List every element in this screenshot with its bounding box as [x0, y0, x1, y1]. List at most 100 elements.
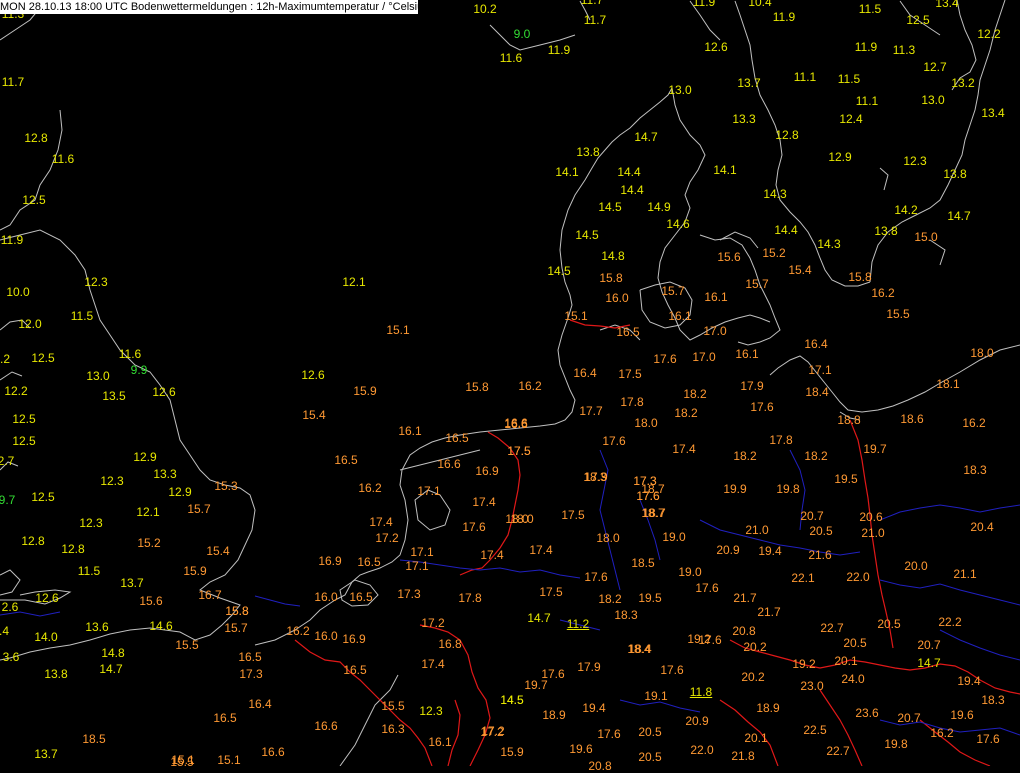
temperature-label: 18.8	[837, 413, 861, 427]
temperature-label: 17.5	[618, 367, 642, 381]
temperature-label: 16.5	[357, 555, 381, 569]
temperature-label: 19.9	[723, 482, 747, 496]
temperature-label: 11.7	[580, 0, 604, 7]
temperature-label: 13.0	[668, 83, 692, 97]
temperature-label: 17.4	[421, 657, 445, 671]
temperature-label: 22.1	[791, 571, 815, 585]
temperature-label: 20.7	[897, 711, 921, 725]
temperature-label: 16.2	[358, 481, 382, 495]
temperature-label: 19.5	[834, 472, 858, 486]
temperature-label: 18.0	[634, 416, 658, 430]
temperature-label: 12.3	[903, 154, 927, 168]
temperature-label: 13.2	[951, 76, 975, 90]
temperature-label: 12.3	[79, 516, 103, 530]
temperature-label: 13.0	[86, 369, 110, 383]
temperature-label: 13.7	[737, 76, 761, 90]
temperature-label: 15.1	[564, 309, 588, 323]
temperature-label: 2.7	[0, 454, 15, 468]
temperature-label: 14.1	[713, 163, 737, 177]
temperature-label: 12.3	[100, 474, 124, 488]
temperature-label: 24.0	[841, 672, 865, 686]
temperature-label: 12.8	[21, 534, 45, 548]
temperature-label: 18.0	[510, 512, 534, 526]
temperature-label: 16.3	[381, 722, 405, 736]
temperature-label: 13.8	[44, 667, 68, 681]
temperature-label: 17.6	[597, 727, 621, 741]
temperature-label: 12.2	[977, 27, 1001, 41]
temperature-label: 20.5	[877, 617, 901, 631]
temperature-label: 15.4	[206, 544, 230, 558]
temperature-label: 16.5	[238, 650, 262, 664]
temperature-label: 3.6	[2, 650, 20, 664]
temperature-label: 17.7	[579, 404, 603, 418]
temperature-label: 21.0	[745, 523, 769, 537]
temperature-label: 15.4	[302, 408, 326, 422]
temperature-label: 17.6	[462, 520, 486, 534]
temperature-label: 17.0	[703, 324, 727, 338]
temperature-label: 15.8	[225, 604, 249, 618]
temperature-label: 16.6	[261, 745, 285, 759]
temperature-label: 9.9	[130, 363, 148, 377]
temperature-label: 19.4	[758, 544, 782, 558]
temperature-label: 12.8	[775, 128, 799, 142]
temperature-label: 23.0	[800, 679, 824, 693]
temperature-label: 14.5	[547, 264, 571, 278]
temperature-label: 14.7	[634, 130, 658, 144]
temperature-label: 19.7	[863, 442, 887, 456]
temperature-label: 18.7	[641, 506, 665, 520]
temperature-label: 11.7	[583, 13, 607, 27]
temperature-label: 13.4	[935, 0, 959, 10]
temperature-label: 12.2	[4, 384, 28, 398]
temperature-label: 17.3	[239, 667, 263, 681]
temperature-label: 20.2	[743, 640, 767, 654]
temperature-label: 18.2	[733, 449, 757, 463]
temperature-label: 19.5	[638, 591, 662, 605]
temperature-label: 14.7	[527, 611, 551, 625]
temperature-label: 16.6	[504, 417, 528, 431]
temperature-label: 16.9	[342, 632, 366, 646]
temperature-label: 11.5	[837, 72, 861, 86]
temperature-label: 15.7	[661, 284, 685, 298]
temperature-label: 16.0	[605, 291, 629, 305]
temperature-label: 20.5	[843, 636, 867, 650]
temperature-label: 11.2	[566, 617, 590, 631]
temperature-label: 16.5	[616, 325, 640, 339]
temperature-label: 13.7	[120, 576, 144, 590]
temperature-label: 11.7	[1, 75, 25, 89]
temperature-label: 17.6	[584, 570, 608, 584]
temperature-label: 15.6	[139, 594, 163, 608]
temperature-label: 15.9	[183, 564, 207, 578]
temperature-label: 17.6	[636, 489, 660, 503]
temperature-label: 11.9	[0, 233, 24, 247]
temperature-label: 14.4	[620, 183, 644, 197]
temperature-label: 18.2	[683, 387, 707, 401]
temperature-label: 15.9	[353, 384, 377, 398]
temperature-label: 18.2	[674, 406, 698, 420]
temperature-label: 16.5	[349, 590, 373, 604]
temperature-label: 17.1	[410, 545, 434, 559]
temperature-label: 15.2	[137, 536, 161, 550]
temperature-label: 9.0	[513, 27, 531, 41]
temperature-label: 13.3	[732, 112, 756, 126]
temperature-label: 20.8	[732, 624, 756, 638]
temperature-label: 18.4	[805, 385, 829, 399]
temperature-label: 16.0	[314, 590, 338, 604]
temperature-label: 22.0	[690, 743, 714, 757]
temperature-label: 19.8	[776, 482, 800, 496]
temperature-label: 20.4	[970, 520, 994, 534]
temperature-label: 21.6	[808, 548, 832, 562]
temperature-label: 16.2	[518, 379, 542, 393]
temperature-label: 16.4	[804, 337, 828, 351]
temperature-label: 17.6	[695, 581, 719, 595]
temperature-label: 12.6	[301, 368, 325, 382]
coastlines	[0, 0, 1020, 766]
temperature-label: 19.6	[950, 708, 974, 722]
temperature-label: 17.4	[369, 515, 393, 529]
temperature-label: 11.5	[858, 2, 882, 16]
temperature-label: 13.8	[943, 167, 967, 181]
temperature-label: 17.9	[740, 379, 764, 393]
temperature-label: 11.9	[772, 10, 796, 24]
temperature-label: 2.6	[1, 600, 19, 614]
temperature-label: 15.5	[381, 699, 405, 713]
temperature-label: 18.5	[82, 732, 106, 746]
